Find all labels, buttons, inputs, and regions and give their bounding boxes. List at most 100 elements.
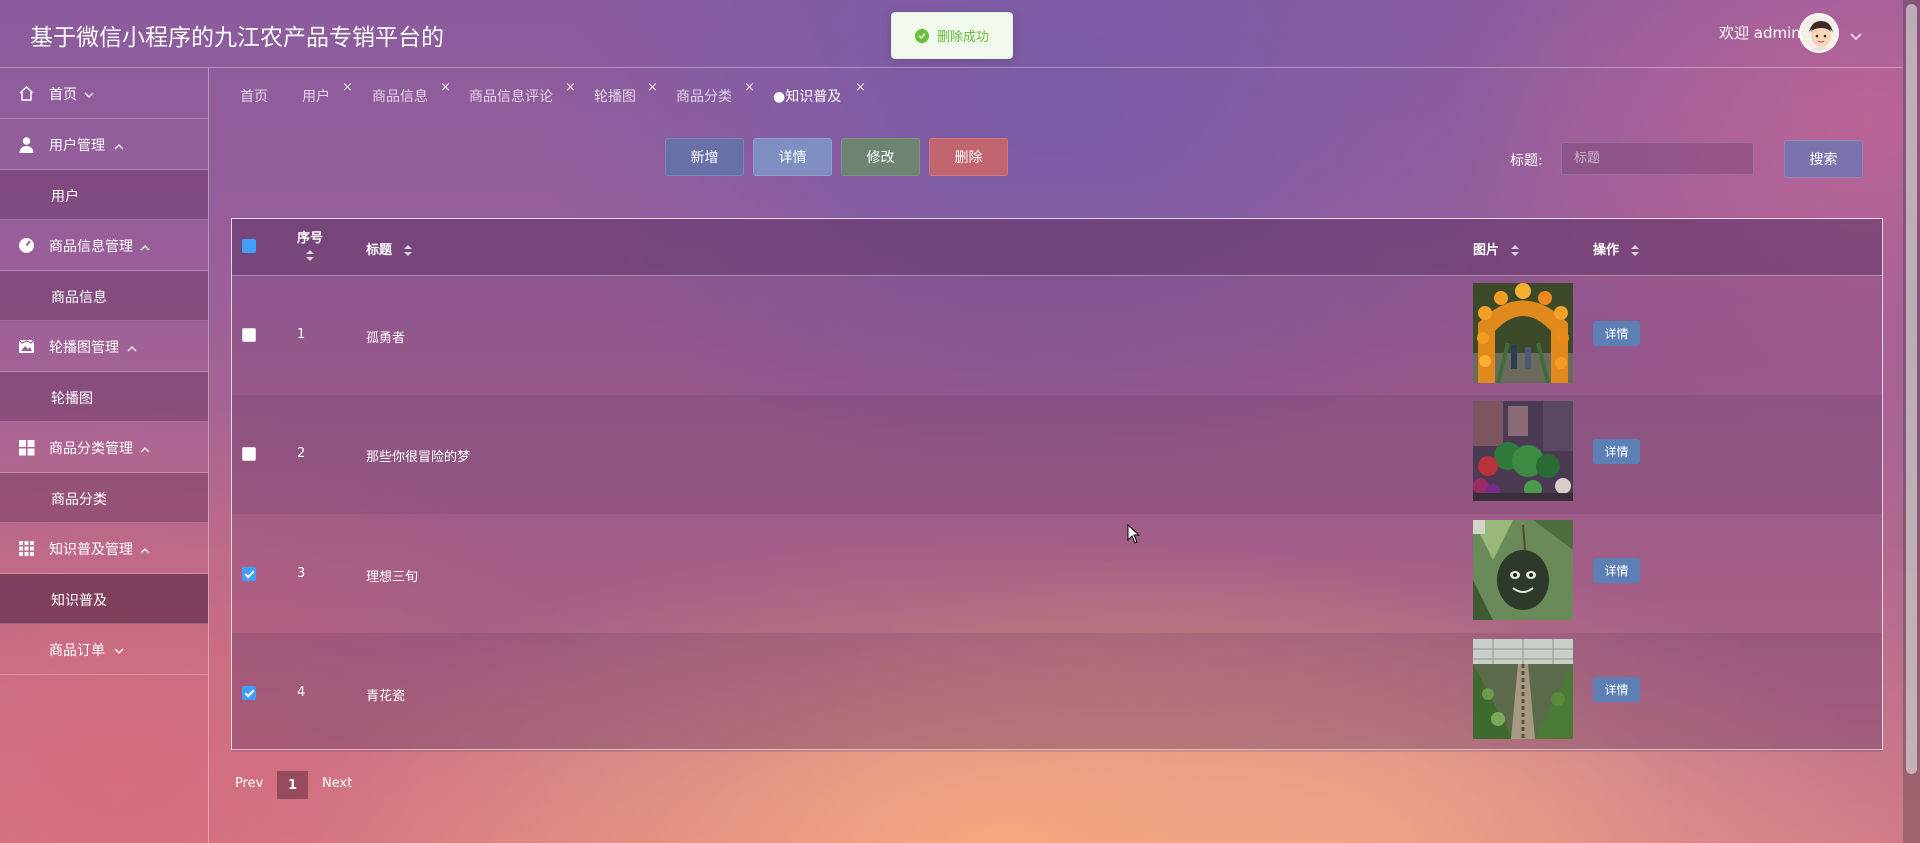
table-row: 2 那些你很冒险的梦 详情 [232, 395, 1882, 514]
sidebar-item-label: 知识普及管理 [49, 542, 133, 558]
tab-carousel[interactable]: 轮播图 × [594, 80, 676, 110]
row-checkbox[interactable] [242, 567, 256, 581]
close-icon[interactable]: × [565, 80, 576, 95]
row-checkbox[interactable] [242, 447, 256, 461]
row-index: 3 [297, 566, 306, 581]
column-header-image[interactable]: 图片 [1473, 239, 1520, 258]
tab-product-review[interactable]: 商品信息评论 × [469, 80, 594, 110]
sidebar-subitem-knowledge[interactable]: 知识普及 [0, 574, 208, 624]
row-title: 孤勇者 [366, 331, 406, 346]
chevron-down-icon[interactable] [1850, 26, 1862, 45]
search-label: 标题: [1510, 153, 1543, 169]
row-title: 理想三旬 [366, 570, 419, 585]
edit-button[interactable]: 修改 [841, 138, 920, 176]
scrollbar[interactable] [1903, 0, 1920, 843]
welcome-text: 欢迎 admin [1719, 24, 1801, 42]
active-dot-icon: ● [773, 89, 786, 105]
home-icon [18, 85, 35, 102]
sidebar-item-carousel-management[interactable]: 轮播图管理 [0, 321, 208, 372]
column-label: 图片 [1473, 243, 1500, 258]
sidebar-item-label: 用户管理 [49, 138, 105, 154]
prev-page-button[interactable]: Prev [235, 776, 263, 791]
toast-message: 删除成功 [936, 30, 989, 45]
chevron-down-icon [84, 87, 94, 103]
tab-category[interactable]: 商品分类 × [676, 80, 773, 110]
tab-bar: 首页 用户 × 商品信息 × 商品信息评论 × 轮播图 × 商品分类 × ●知识… [240, 80, 873, 110]
tab-label: 轮播图 [594, 89, 636, 105]
sidebar-subitem-category[interactable]: 商品分类 [0, 473, 208, 523]
column-label: 标题 [366, 243, 393, 258]
sort-icon[interactable] [1630, 244, 1640, 257]
sidebar-subitem-carousel[interactable]: 轮播图 [0, 372, 208, 422]
search-button[interactable]: 搜索 [1784, 140, 1863, 178]
check-circle-icon [914, 28, 929, 43]
column-header-title[interactable]: 标题 [366, 239, 413, 258]
dashboard-icon [18, 237, 35, 254]
delete-button[interactable]: 删除 [929, 138, 1008, 176]
close-icon[interactable]: × [647, 80, 658, 95]
table-row: 3 理想三旬 详情 [232, 514, 1882, 633]
row-index: 1 [297, 327, 306, 342]
row-detail-button[interactable]: 详情 [1593, 677, 1640, 702]
column-header-action[interactable]: 操作 [1593, 239, 1640, 258]
sidebar-subitem-label: 用户 [51, 189, 79, 205]
column-header-index[interactable]: 序号 [296, 227, 324, 266]
sidebar-item-label: 商品订单 [49, 643, 105, 659]
row-detail-button[interactable]: 详情 [1593, 558, 1640, 583]
sidebar-item-orders[interactable]: 商品订单 [0, 624, 208, 675]
user-icon [18, 136, 35, 153]
row-detail-button[interactable]: 详情 [1593, 321, 1640, 346]
tab-knowledge[interactable]: ●知识普及 × [773, 80, 873, 110]
sort-icon[interactable] [1510, 244, 1520, 257]
select-all-checkbox[interactable] [242, 239, 256, 253]
row-checkbox[interactable] [242, 686, 256, 700]
apps-icon [18, 540, 35, 557]
close-icon[interactable]: × [440, 80, 451, 95]
row-detail-button[interactable]: 详情 [1593, 439, 1640, 464]
table-header: 序号 标题 图片 操作 [232, 219, 1882, 276]
title-search-input[interactable] [1561, 142, 1754, 175]
close-icon[interactable]: × [744, 80, 755, 95]
sidebar-item-user-management[interactable]: 用户管理 [0, 119, 208, 170]
chevron-up-icon [140, 441, 150, 457]
row-checkbox[interactable] [242, 328, 256, 342]
sidebar-item-knowledge-management[interactable]: 知识普及管理 [0, 523, 208, 574]
top-bar: 基于微信小程序的九江农产品专销平台的 删除成功 欢迎 admin [0, 0, 1903, 68]
sidebar: 首页 用户管理 用户 商品信息管理 商品信息 轮播图管理 轮播图 商品分类管理 … [0, 68, 209, 843]
tab-label: 商品信息 [372, 89, 428, 105]
sidebar-item-label: 商品分类管理 [49, 441, 133, 457]
picture-icon [18, 338, 35, 355]
grid-icon [18, 439, 35, 456]
product-thumbnail[interactable] [1473, 283, 1573, 383]
product-thumbnail[interactable] [1473, 401, 1573, 501]
sidebar-subitem-user[interactable]: 用户 [0, 170, 208, 220]
sidebar-item-category-management[interactable]: 商品分类管理 [0, 422, 208, 473]
row-title: 那些你很冒险的梦 [366, 450, 471, 465]
sidebar-subitem-label: 商品分类 [51, 492, 107, 508]
close-icon[interactable]: × [855, 80, 866, 95]
avatar[interactable] [1799, 13, 1839, 53]
detail-button[interactable]: 详情 [753, 138, 832, 176]
tab-home[interactable]: 首页 [240, 86, 302, 110]
chevron-up-icon [127, 340, 137, 356]
table-row: 1 孤勇者 详情 [232, 276, 1882, 395]
sidebar-subitem-product-info[interactable]: 商品信息 [0, 271, 208, 321]
page-number-button[interactable]: 1 [277, 771, 308, 799]
next-page-button[interactable]: Next [322, 776, 352, 791]
product-thumbnail[interactable] [1473, 639, 1573, 739]
tab-label: 商品分类 [676, 89, 732, 105]
chevron-down-icon [114, 643, 124, 659]
tab-product-info[interactable]: 商品信息 × [372, 80, 469, 110]
row-title: 青花瓷 [366, 689, 406, 704]
tab-user[interactable]: 用户 × [302, 80, 372, 110]
product-thumbnail[interactable] [1473, 520, 1573, 620]
sidebar-item-home[interactable]: 首页 [0, 68, 208, 119]
sidebar-subitem-label: 知识普及 [51, 593, 107, 609]
scrollbar-thumb[interactable] [1906, 4, 1917, 774]
close-icon[interactable]: × [342, 80, 353, 95]
sort-icon[interactable] [305, 249, 315, 262]
sidebar-item-product-management[interactable]: 商品信息管理 [0, 220, 208, 271]
sort-icon[interactable] [403, 244, 413, 257]
tab-label: 首页 [240, 89, 268, 105]
add-button[interactable]: 新增 [665, 138, 744, 176]
